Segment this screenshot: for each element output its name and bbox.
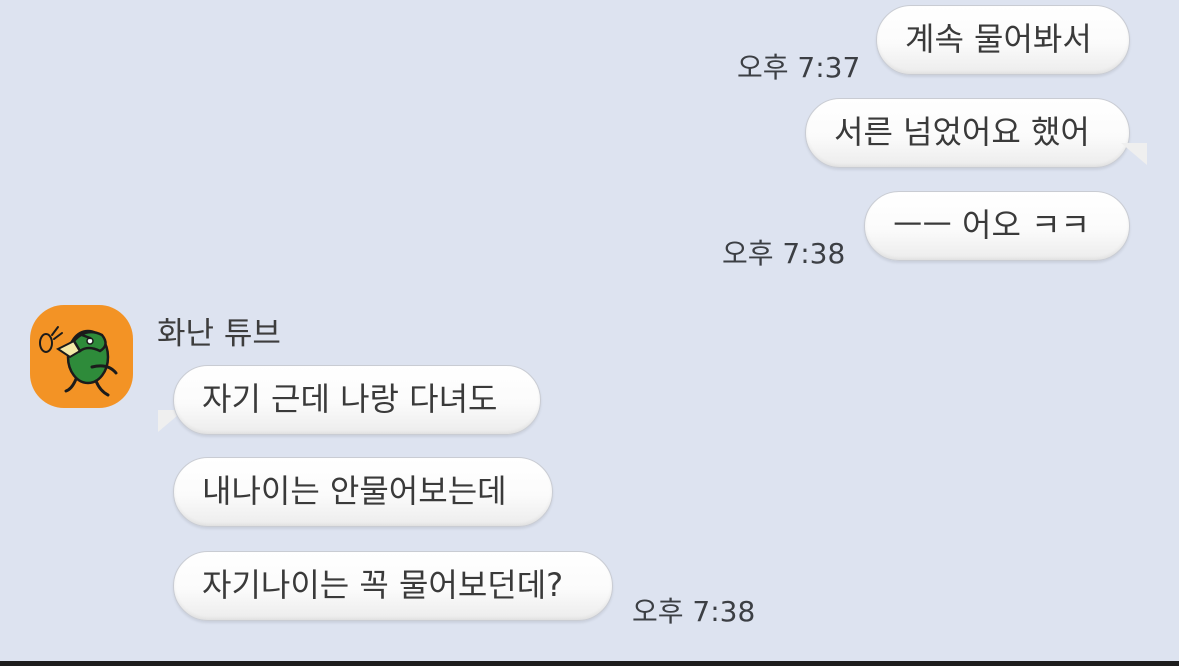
bottom-divider [0,661,1179,666]
message-text: ㅡㅡ 어오 ㅋㅋ [893,206,1090,244]
outgoing-message-bubble[interactable]: ㅡㅡ 어오 ㅋㅋ [864,191,1130,261]
sender-name: 화난 튜브 [157,316,281,352]
avatar[interactable] [30,305,133,408]
incoming-message-bubble[interactable]: 자기 근데 나랑 다녀도 [173,365,541,435]
angry-tube-duck-icon [39,326,118,397]
message-timestamp: 오후 7:37 [737,51,861,84]
message-timestamp: 오후 7:38 [632,595,756,628]
outgoing-message-bubble[interactable]: 서른 넘었어요 했어 [805,98,1130,168]
message-text: 서른 넘었어요 했어 [834,113,1090,151]
message-text: 내나이는 안물어보는데 [202,472,507,510]
message-text: 자기 근데 나랑 다녀도 [202,380,498,418]
bubble-tail [1121,143,1147,165]
incoming-message-bubble[interactable]: 자기나이는 꼭 물어보던데? [173,551,613,621]
message-text: 자기나이는 꼭 물어보던데? [202,566,564,604]
incoming-message-bubble[interactable]: 내나이는 안물어보는데 [173,457,553,527]
message-text: 계속 물어봐서 [905,20,1092,58]
outgoing-message-bubble[interactable]: 계속 물어봐서 [876,5,1130,75]
message-timestamp: 오후 7:38 [722,237,846,270]
